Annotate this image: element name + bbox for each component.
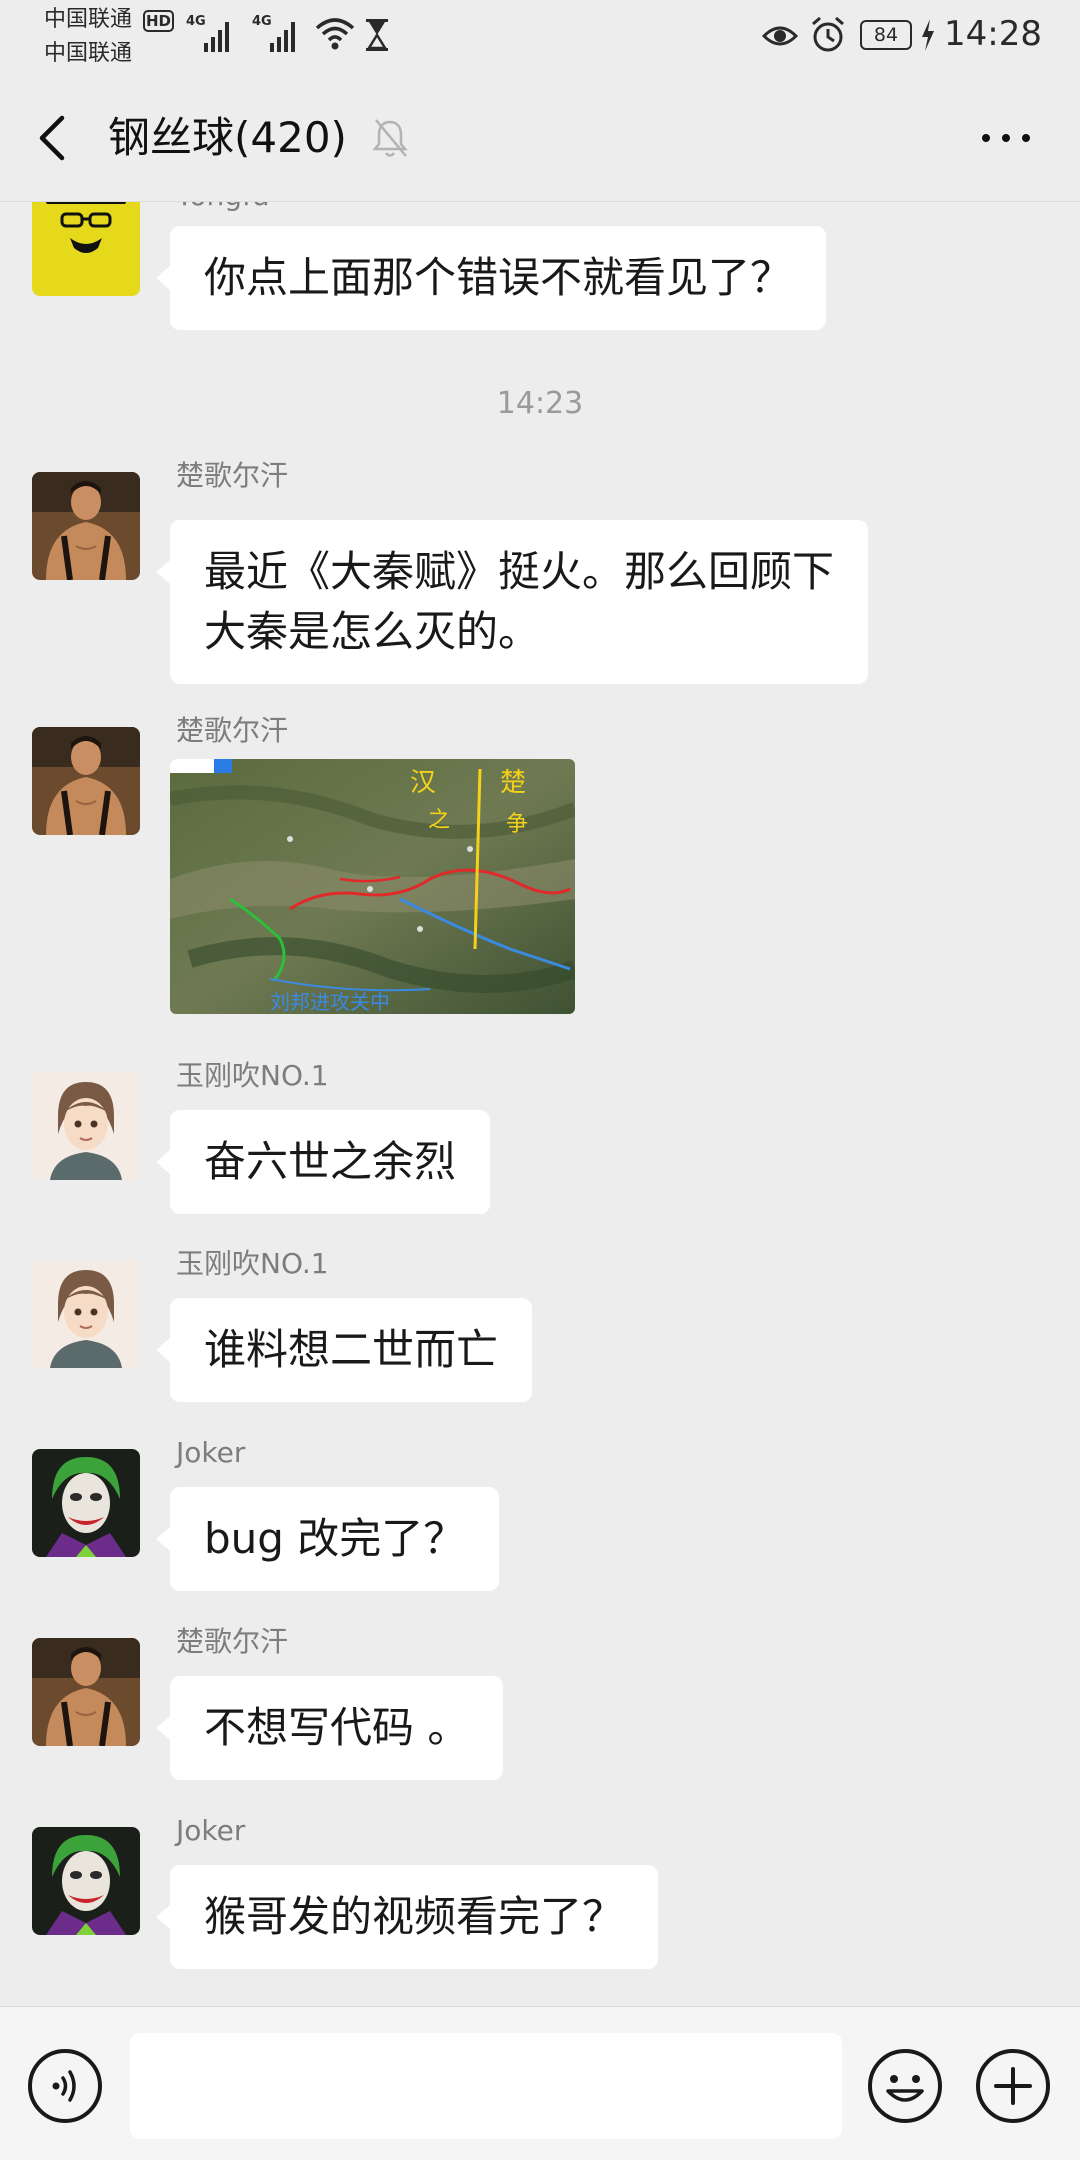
muscle-man-avatar[interactable] <box>32 472 140 580</box>
sender-name: 楚歌尔汗 <box>176 714 289 747</box>
anime-boy-avatar[interactable] <box>32 1072 140 1180</box>
eye-icon <box>762 26 798 46</box>
voice-icon[interactable] <box>26 2047 104 2125</box>
map-label-han: 汉 <box>410 768 436 798</box>
emoji-icon[interactable] <box>866 2047 944 2125</box>
sender-name: Yongfu <box>176 202 270 214</box>
map-label-route: 刘邦进攻关中 <box>270 990 390 1014</box>
sender-name: Joker <box>176 1814 246 1847</box>
plus-circle-icon[interactable] <box>974 2047 1052 2125</box>
map-label-chu: 楚 <box>500 768 526 798</box>
network-type-2: 4G <box>252 14 272 29</box>
back-button[interactable] <box>30 112 76 164</box>
bell-off-icon <box>372 119 408 157</box>
more-button[interactable] <box>976 124 1036 152</box>
message-bubble[interactable]: 奋六世之余烈 <box>155 1110 491 1214</box>
message-bubble[interactable]: 猴哥发的视频看完了？ <box>155 1865 659 1969</box>
sender-name: 玉刚吹NO.1 <box>176 1059 329 1092</box>
anime-boy-avatar[interactable] <box>32 1260 140 1368</box>
wifi-icon <box>315 18 355 50</box>
message-input[interactable] <box>130 2033 842 2139</box>
sender-name: 楚歌尔汗 <box>176 1625 289 1658</box>
muscle-man-avatar[interactable] <box>32 727 140 835</box>
carrier-name-2: 中国联通 <box>44 41 133 66</box>
message-bubble[interactable]: 谁料想二世而亡 <box>155 1298 533 1402</box>
network-type-1: 4G <box>186 14 206 29</box>
chat-title: 钢丝球(420) <box>108 113 347 162</box>
hourglass-icon <box>366 19 388 51</box>
joker-avatar[interactable] <box>32 1449 140 1557</box>
sender-name: 玉刚吹NO.1 <box>176 1247 329 1280</box>
annotated-map-image[interactable]: 汉 之 楚 争 刘邦进攻关中 <box>170 759 575 1014</box>
chat-header: 钢丝球(420) <box>0 74 1080 202</box>
message-bubble[interactable]: 你点上面那个错误不就看见了？ <box>155 226 827 330</box>
message-bubble[interactable]: 不想写代码 。 <box>155 1676 504 1780</box>
status-time: 14:28 <box>944 14 1042 54</box>
message-timestamp: 14:23 <box>496 386 584 421</box>
hd-badge: HD <box>143 10 174 32</box>
status-bar: 中国联通 中国联通 HD 4G 4G 84 14:28 <box>0 0 1080 74</box>
battery-icon: 84 <box>860 20 912 50</box>
message-bubble[interactable]: bug 改完了？ <box>155 1487 500 1591</box>
message-input-bar <box>0 2006 1080 2160</box>
map-label-zhi: 之 <box>428 808 450 833</box>
chat-message-list[interactable]: Yongfu 你点上面那个错误不就看见了？ 14:23 楚歌尔汗 最近《大秦赋》… <box>0 202 1080 2006</box>
map-label-zheng: 争 <box>506 812 528 837</box>
alarm-icon <box>812 16 844 52</box>
charging-bolt-icon <box>922 19 934 51</box>
sender-name: 楚歌尔汗 <box>176 459 289 492</box>
message-bubble[interactable]: 最近《大秦赋》挺火。那么回顾下 大秦是怎么灭的。 <box>155 520 869 684</box>
carrier-name-1: 中国联通 <box>44 7 133 32</box>
muscle-man-avatar[interactable] <box>32 1638 140 1746</box>
yellow-hat-avatar[interactable] <box>32 202 140 296</box>
sender-name: Joker <box>176 1436 246 1469</box>
joker-avatar[interactable] <box>32 1827 140 1935</box>
